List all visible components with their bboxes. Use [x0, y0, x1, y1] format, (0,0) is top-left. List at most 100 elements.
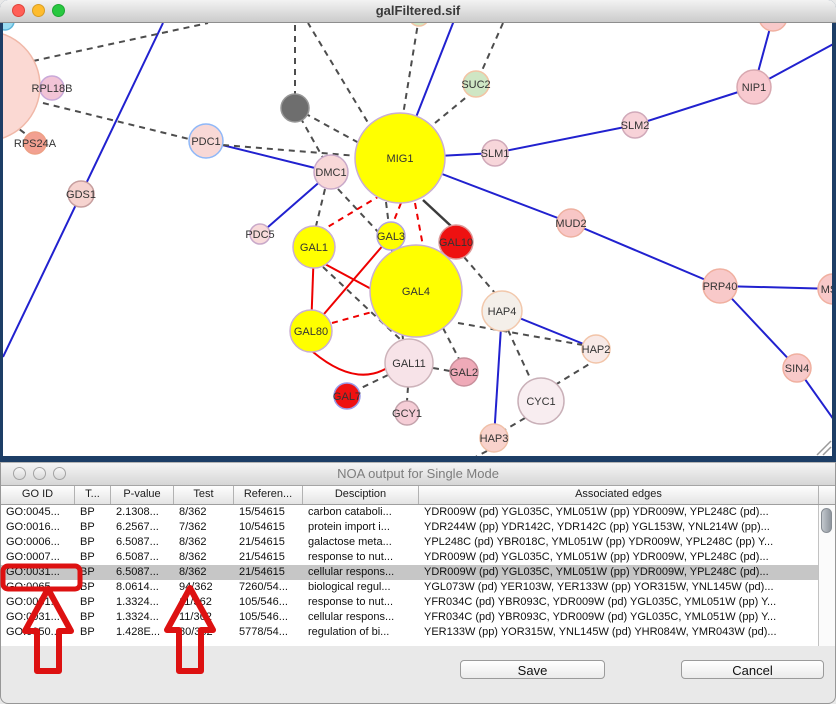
- table-cell[interactable]: BP: [75, 580, 111, 595]
- table-cell[interactable]: 21/54615: [234, 535, 303, 550]
- column-header-desciption[interactable]: Desciption: [303, 486, 419, 504]
- table-cell[interactable]: 6.5087...: [111, 565, 174, 580]
- table-cell[interactable]: 6.5087...: [111, 550, 174, 565]
- table-cell[interactable]: 80/362: [174, 625, 234, 640]
- table-cell[interactable]: 21/54615: [234, 565, 303, 580]
- table-row[interactable]: GO:0006...BP6.5087...8/36221/54615galact…: [1, 535, 835, 550]
- table-cell[interactable]: 1.3324...: [111, 610, 174, 625]
- edge[interactable]: [403, 23, 419, 115]
- node-dark-node[interactable]: [281, 94, 309, 122]
- edge[interactable]: [435, 95, 469, 123]
- node-top-green[interactable]: [409, 23, 429, 26]
- scrollbar-thumb[interactable]: [821, 508, 832, 533]
- table-cell[interactable]: GO:0031...: [1, 565, 75, 580]
- edge[interactable]: [443, 328, 459, 359]
- network-window-titlebar[interactable]: galFiltered.sif: [0, 0, 836, 23]
- table-cell[interactable]: GO:0007...: [1, 550, 75, 565]
- edge[interactable]: [407, 387, 408, 401]
- vertical-scrollbar[interactable]: [818, 505, 835, 646]
- zoom-button[interactable]: [52, 4, 65, 17]
- column-header-associated-edges[interactable]: Associated edges: [419, 486, 819, 504]
- table-cell[interactable]: 1.3324...: [111, 595, 174, 610]
- table-row[interactable]: GO:0031...BP1.3324...11/362105/546...res…: [1, 595, 835, 610]
- table-cell[interactable]: YDR009W (pd) YGL035C, YML051W (pp) YDR00…: [419, 505, 819, 520]
- edge[interactable]: [508, 330, 531, 380]
- edge[interactable]: [316, 189, 325, 226]
- zoom-button-inactive[interactable]: [53, 467, 66, 480]
- table-row[interactable]: GO:0045...BP2.1308...8/36215/54615carbon…: [1, 505, 835, 520]
- table-cell[interactable]: BP: [75, 610, 111, 625]
- column-header-p-value[interactable]: P-value: [111, 486, 174, 504]
- table-cell[interactable]: 10/54615: [234, 520, 303, 535]
- table-cell[interactable]: GO:0050...: [1, 625, 75, 640]
- edge[interactable]: [415, 203, 423, 246]
- edge[interactable]: [495, 125, 635, 153]
- save-button[interactable]: Save: [460, 660, 605, 679]
- table-cell[interactable]: 11/362: [174, 610, 234, 625]
- table-cell[interactable]: 105/546...: [234, 610, 303, 625]
- table-cell[interactable]: 2.1308...: [111, 505, 174, 520]
- table-cell[interactable]: biological regul...: [303, 580, 419, 595]
- node-corner-cyan[interactable]: [3, 23, 14, 30]
- edge[interactable]: [313, 352, 387, 375]
- table-cell[interactable]: BP: [75, 520, 111, 535]
- table-row[interactable]: GO:0007...BP6.5087...8/36221/54615respon…: [1, 550, 835, 565]
- table-cell[interactable]: 105/546...: [234, 595, 303, 610]
- edge[interactable]: [468, 451, 487, 456]
- table-cell[interactable]: BP: [75, 565, 111, 580]
- table-cell[interactable]: GO:0016...: [1, 520, 75, 535]
- edge[interactable]: [332, 312, 372, 323]
- minimize-button[interactable]: [32, 4, 45, 17]
- table-cell[interactable]: GO:0065...: [1, 580, 75, 595]
- close-button-inactive[interactable]: [13, 467, 26, 480]
- column-header-t[interactable]: T...: [75, 486, 111, 504]
- column-header-referen[interactable]: Referen...: [234, 486, 303, 504]
- table-cell[interactable]: BP: [75, 595, 111, 610]
- table-row[interactable]: GO:0031...BP6.5087...8/36221/54615cellul…: [1, 565, 835, 580]
- table-cell[interactable]: 8/362: [174, 505, 234, 520]
- table-cell[interactable]: YER133W (pp) YOR315W, YNL145W (pd) YHR08…: [419, 625, 819, 640]
- table-cell[interactable]: cellular respons...: [303, 565, 419, 580]
- table-cell[interactable]: GO:0031...: [1, 595, 75, 610]
- table-cell[interactable]: YDR009W (pd) YGL035C, YML051W (pp) YDR00…: [419, 550, 819, 565]
- table-cell[interactable]: GO:0031...: [1, 610, 75, 625]
- table-cell[interactable]: YGL073W (pd) YER103W, YER133W (pp) YOR31…: [419, 580, 819, 595]
- table-cell[interactable]: YPL248C (pd) YBR018C, YML051W (pp) YDR00…: [419, 535, 819, 550]
- edge[interactable]: [423, 200, 451, 226]
- table-cell[interactable]: BP: [75, 505, 111, 520]
- table-row[interactable]: GO:0016...BP6.2567...7/36210/54615protei…: [1, 520, 835, 535]
- table-cell[interactable]: 5778/54...: [234, 625, 303, 640]
- table-cell[interactable]: 7/362: [174, 520, 234, 535]
- table-cell[interactable]: 8/362: [174, 550, 234, 565]
- edge[interactable]: [359, 375, 388, 389]
- minimize-button-inactive[interactable]: [33, 467, 46, 480]
- edge[interactable]: [635, 87, 754, 125]
- table-cell[interactable]: galactose meta...: [303, 535, 419, 550]
- table-cell[interactable]: YFR034C (pd) YBR093C, YDR009W (pd) YGL03…: [419, 595, 819, 610]
- table-cell[interactable]: YFR034C (pd) YBR093C, YDR009W (pd) YGL03…: [419, 610, 819, 625]
- table-row[interactable]: GO:0065...BP8.0614...94/3627260/54...bio…: [1, 580, 835, 595]
- table-cell[interactable]: GO:0045...: [1, 505, 75, 520]
- edge[interactable]: [33, 23, 208, 61]
- close-button[interactable]: [12, 4, 25, 17]
- edge[interactable]: [308, 23, 373, 131]
- table-cell[interactable]: 1.428E...: [111, 625, 174, 640]
- resize-grip-icon[interactable]: [817, 441, 831, 455]
- edge[interactable]: [464, 257, 495, 293]
- network-graph[interactable]: RPL18BRPS24AGDS1PDC1SUC2SLM1SLM2NIP1MUD2…: [3, 23, 832, 456]
- table-cell[interactable]: 8/362: [174, 565, 234, 580]
- table-cell[interactable]: BP: [75, 625, 111, 640]
- table-cell[interactable]: GO:0006...: [1, 535, 75, 550]
- edge[interactable]: [393, 203, 401, 223]
- table-cell[interactable]: protein import i...: [303, 520, 419, 535]
- table-row[interactable]: GO:0050...BP1.428E...80/3625778/54...reg…: [1, 625, 835, 640]
- table-cell[interactable]: 11/362: [174, 595, 234, 610]
- table-cell[interactable]: 7260/54...: [234, 580, 303, 595]
- table-cell[interactable]: 6.5087...: [111, 535, 174, 550]
- node-top-pink[interactable]: [759, 23, 787, 31]
- table-cell[interactable]: response to nut...: [303, 595, 419, 610]
- edge[interactable]: [323, 263, 375, 291]
- table-cell[interactable]: YDR009W (pd) YGL035C, YML051W (pp) YDR00…: [419, 565, 819, 580]
- table-cell[interactable]: 15/54615: [234, 505, 303, 520]
- table-cell[interactable]: BP: [75, 535, 111, 550]
